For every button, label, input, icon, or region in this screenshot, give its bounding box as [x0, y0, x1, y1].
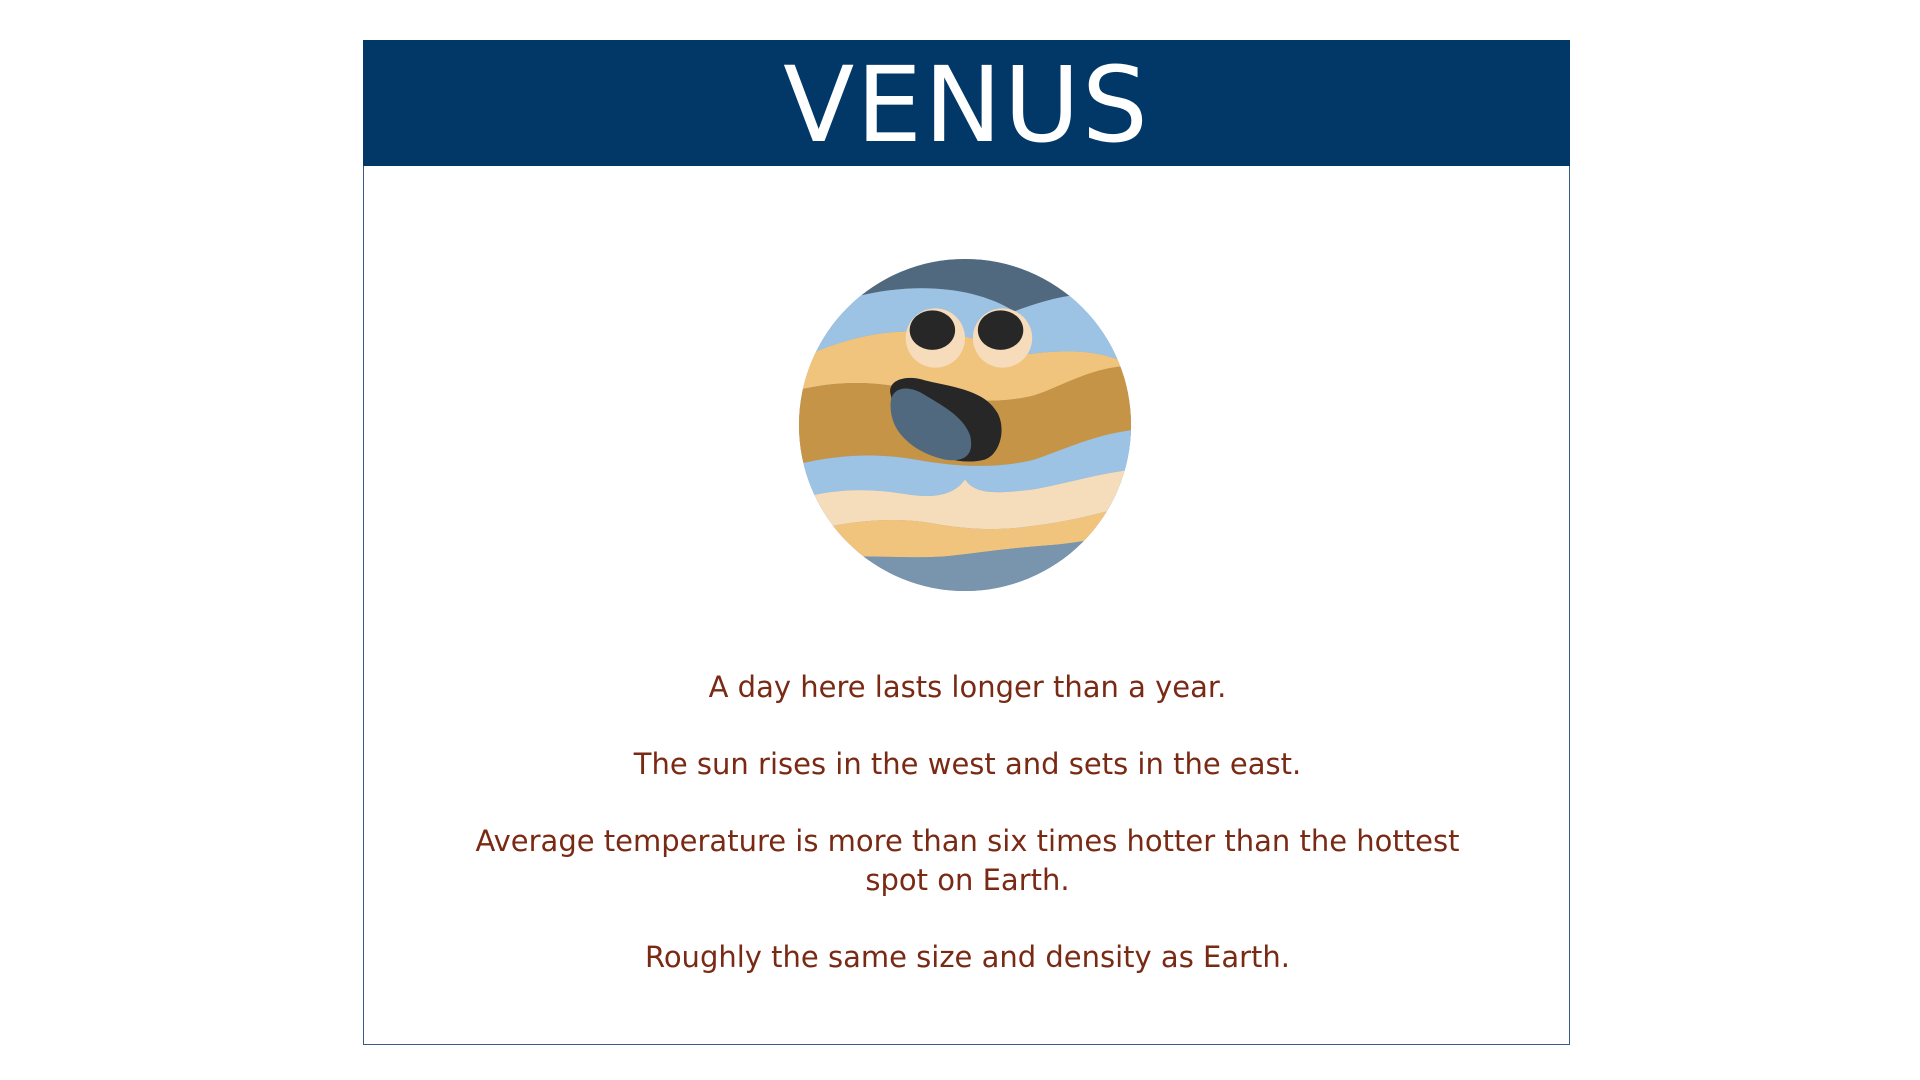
- fact-item: Average temperature is more than six tim…: [475, 824, 1460, 897]
- page-title: VENUS: [783, 44, 1150, 166]
- content-card: VENUS A day here lasts longer than a yea…: [363, 40, 1570, 1045]
- fact-item: Roughly the same size and density as Ear…: [644, 940, 1291, 974]
- fact-item: A day here lasts longer than a year.: [708, 670, 1227, 704]
- facts-list: A day here lasts longer than a year. The…: [364, 668, 1571, 1015]
- slide-page: VENUS A day here lasts longer than a yea…: [0, 0, 1920, 1080]
- title-banner: VENUS: [363, 40, 1570, 166]
- fact-item: The sun rises in the west and sets in th…: [633, 747, 1302, 781]
- venus-planet-face-icon: [798, 258, 1132, 592]
